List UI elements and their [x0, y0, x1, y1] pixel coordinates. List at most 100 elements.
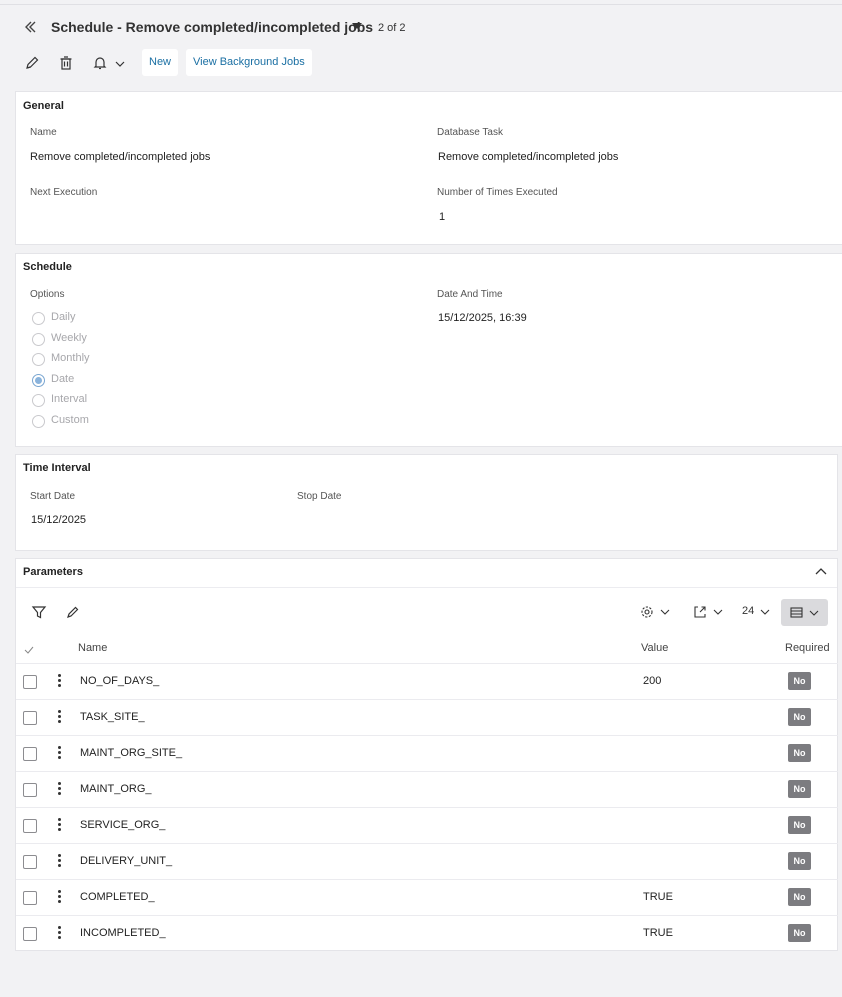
record-pager: 2 of 2 [378, 22, 406, 34]
name-label: Name [30, 127, 57, 138]
new-button[interactable]: New [142, 49, 179, 76]
export-icon[interactable] [692, 604, 708, 620]
table-row[interactable]: COMPLETED_ TRUE No [16, 879, 838, 915]
cell-value: TRUE [643, 927, 673, 939]
table-row[interactable]: TASK_SITE_ No [16, 699, 838, 735]
cell-name: TASK_SITE_ [80, 711, 145, 723]
database-task-value[interactable]: Remove completed/incompleted jobs [438, 151, 618, 163]
chevron-down-icon[interactable] [659, 604, 671, 620]
table-row[interactable]: INCOMPLETED_ TRUE No [16, 915, 838, 951]
schedule-title: Schedule [23, 261, 72, 273]
cell-name: SERVICE_ORG_ [80, 819, 166, 831]
radio-label: Custom [51, 414, 89, 426]
page-header: Schedule - Remove completed/incompleted … [0, 14, 842, 42]
page-size-select[interactable]: 24 [742, 605, 754, 617]
caret-down-icon[interactable] [352, 23, 362, 29]
required-badge: No [788, 852, 811, 870]
cell-name: DELIVERY_UNIT_ [80, 855, 173, 867]
row-menu-icon[interactable] [56, 890, 62, 904]
row-checkbox[interactable] [23, 855, 37, 869]
cell-name: NO_OF_DAYS_ [80, 675, 160, 687]
top-divider [0, 4, 842, 5]
row-checkbox[interactable] [23, 783, 37, 797]
general-card: General Name Remove completed/incomplete… [15, 91, 842, 245]
double-chevron-left-icon[interactable] [22, 18, 40, 36]
table-row[interactable]: SERVICE_ORG_ No [16, 807, 838, 843]
required-badge: No [788, 888, 811, 906]
row-checkbox[interactable] [23, 711, 37, 725]
required-badge: No [788, 744, 811, 762]
radio-label: Weekly [51, 331, 87, 344]
bell-icon[interactable] [91, 54, 109, 72]
view-background-jobs-button[interactable]: View Background Jobs [186, 49, 312, 76]
cell-name: INCOMPLETED_ [80, 927, 166, 939]
table-row[interactable]: NO_OF_DAYS_ 200 No [16, 663, 838, 699]
start-date-value: 15/12/2025 [31, 514, 87, 526]
times-executed-label: Number of Times Executed [437, 187, 558, 198]
chevron-up-icon[interactable] [814, 565, 828, 579]
row-checkbox[interactable] [23, 675, 37, 689]
row-menu-icon[interactable] [56, 782, 62, 796]
radio-button[interactable] [32, 373, 45, 387]
radio-label: Monthly [51, 352, 90, 365]
table-row[interactable]: MAINT_ORG_ No [16, 771, 838, 807]
pencil-icon[interactable] [65, 604, 81, 620]
next-execution-label: Next Execution [30, 187, 98, 198]
radio-button[interactable] [32, 394, 45, 408]
chevron-down-icon[interactable] [759, 604, 771, 620]
cell-value: 200 [643, 675, 662, 687]
radio-button[interactable] [32, 415, 45, 428]
cell-value: TRUE [643, 891, 673, 903]
row-menu-icon[interactable] [56, 854, 62, 868]
column-header-value[interactable]: Value [641, 642, 668, 654]
row-menu-icon[interactable] [56, 746, 62, 760]
stop-date-label: Stop Date [297, 491, 342, 502]
row-menu-icon[interactable] [56, 710, 62, 724]
date-and-time-value: 15/12/2025, 16:39 [438, 312, 527, 324]
column-header-required[interactable]: Required [785, 642, 830, 654]
row-checkbox[interactable] [23, 747, 37, 761]
name-value: Remove completed/incompleted jobs [30, 151, 211, 163]
row-checkbox[interactable] [23, 891, 37, 905]
time-interval-title: Time Interval [23, 462, 91, 474]
general-title: General [23, 100, 64, 112]
page-title: Schedule - Remove completed/incompleted … [51, 19, 374, 35]
parameters-divider [16, 587, 837, 588]
time-interval-card: Time Interval Start Date 15/12/2025 Stop… [15, 454, 838, 551]
date-and-time-label: Date And Time [437, 289, 503, 300]
select-all-checkmark-icon[interactable] [24, 645, 34, 655]
required-badge: No [788, 780, 811, 798]
list-view-icon [790, 607, 803, 618]
record-toolbar: New View Background Jobs [0, 48, 842, 78]
row-checkbox[interactable] [23, 819, 37, 833]
table-row[interactable]: MAINT_ORG_SITE_ No [16, 735, 838, 771]
row-menu-icon[interactable] [56, 674, 62, 688]
required-badge: No [788, 924, 811, 942]
row-menu-icon[interactable] [56, 818, 62, 832]
filter-icon[interactable] [31, 604, 47, 620]
times-executed-value: 1 [439, 211, 446, 223]
radio-button[interactable] [32, 332, 45, 346]
radio-label: Daily [51, 311, 76, 323]
row-checkbox[interactable] [23, 927, 37, 941]
chevron-down-icon[interactable] [113, 54, 127, 72]
required-badge: No [788, 816, 811, 834]
table-row[interactable]: DELIVERY_UNIT_ No [16, 843, 838, 879]
start-date-label: Start Date [30, 491, 76, 502]
cell-name: MAINT_ORG_SITE_ [80, 747, 183, 759]
required-badge: No [788, 708, 811, 726]
row-menu-icon[interactable] [56, 926, 62, 940]
pencil-icon[interactable] [23, 54, 41, 72]
column-header-name[interactable]: Name [78, 642, 107, 654]
gear-icon[interactable] [639, 604, 655, 620]
database-task-label: Database Task [437, 127, 503, 138]
view-mode-button[interactable] [781, 599, 828, 626]
trash-icon[interactable] [57, 54, 75, 72]
radio-button[interactable] [32, 312, 45, 325]
parameters-card: Parameters 24 Name Value Required NO_OF_… [15, 558, 838, 951]
chevron-down-icon [809, 610, 819, 616]
schedule-card: Schedule Options Daily Weekly Monthly Date I… [15, 253, 842, 447]
chevron-down-icon[interactable] [712, 604, 724, 620]
radio-button[interactable] [32, 353, 45, 367]
parameters-title: Parameters [23, 566, 83, 578]
